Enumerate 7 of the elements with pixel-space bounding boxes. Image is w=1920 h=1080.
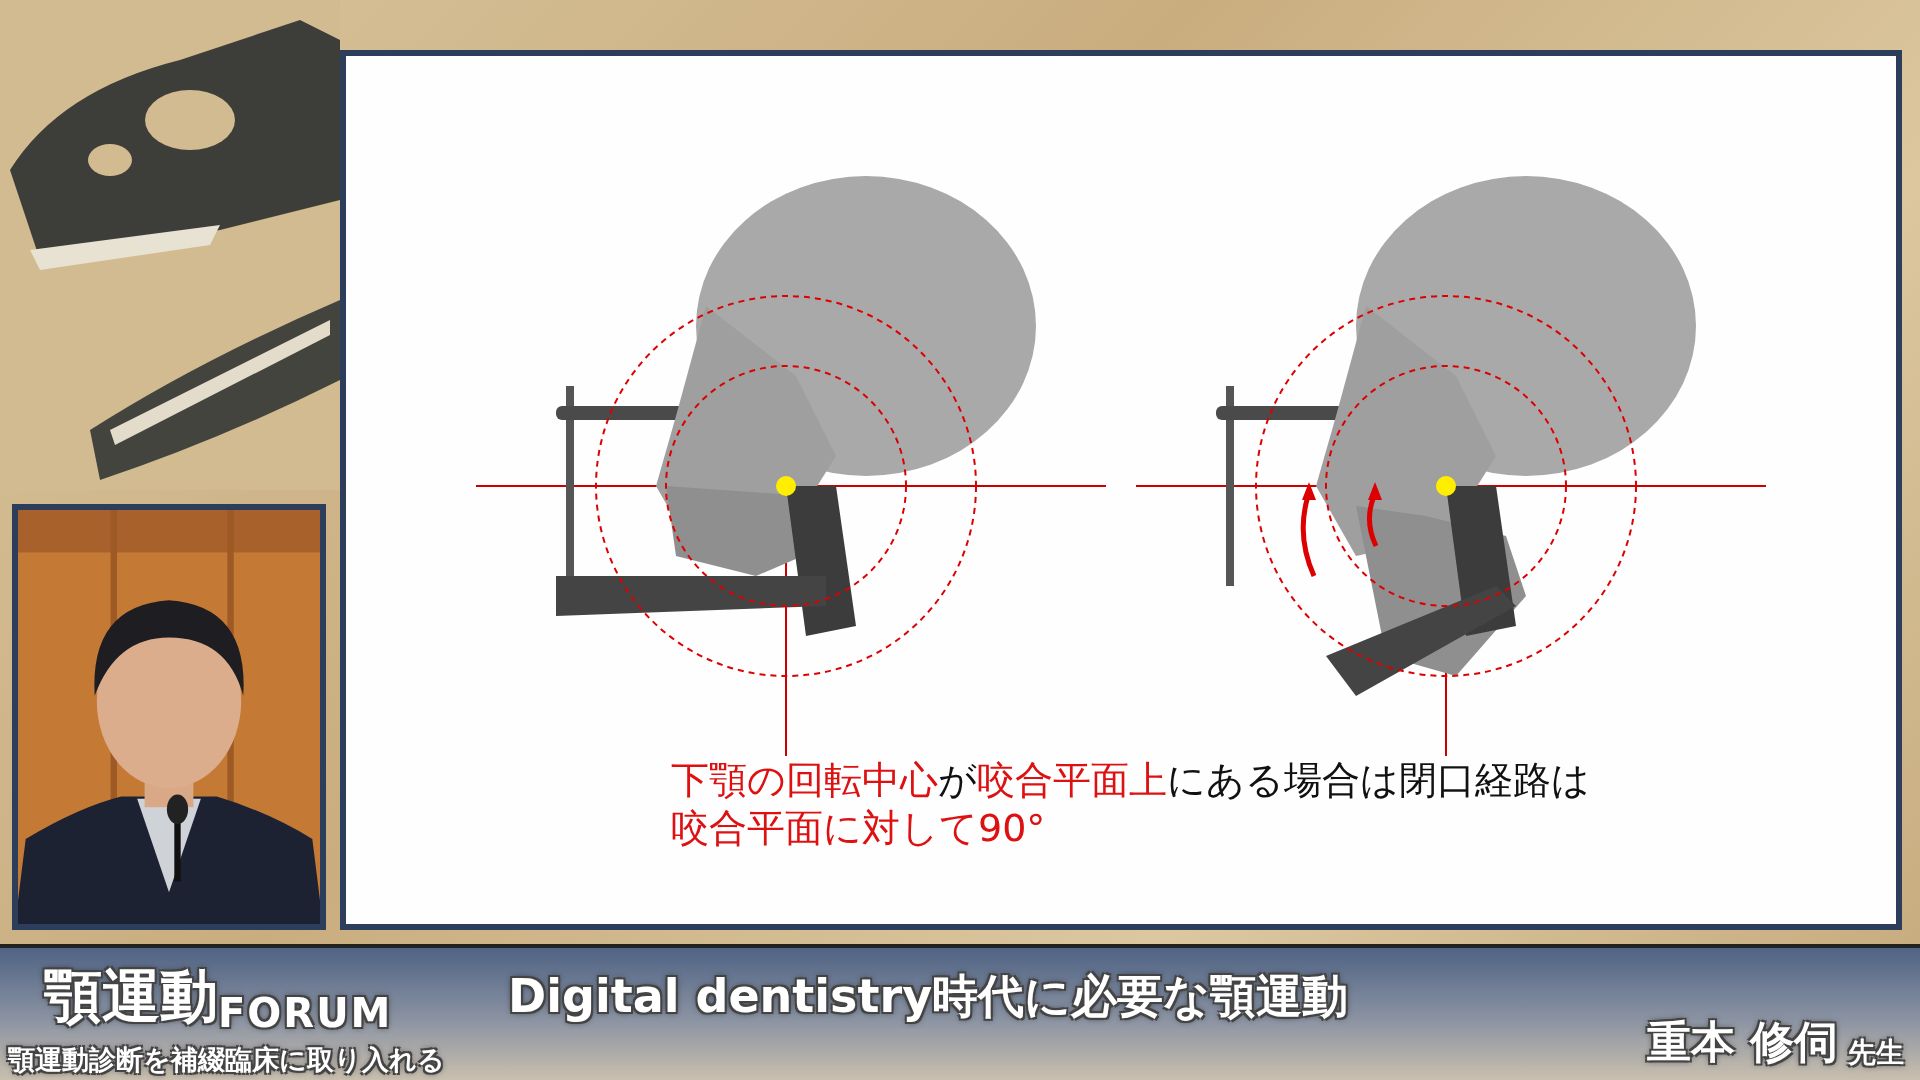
talk-title: Digital dentistry時代に必要な顎運動 (508, 968, 1349, 1025)
speaker-name: 重本 修伺 (1646, 1015, 1838, 1069)
slide-caption: 下顎の回転中心が咬合平面上にある場合は閉口経路は 咬合平面に対して90° (671, 757, 1591, 852)
logo-forum: FORUM (218, 990, 393, 1036)
logo-subtitle: 顎運動診断を補綴臨床に取り入れる (8, 1043, 446, 1077)
logo-title: 顎運動 (44, 961, 218, 1032)
speaker-honorific: 先生 (1848, 1035, 1904, 1071)
